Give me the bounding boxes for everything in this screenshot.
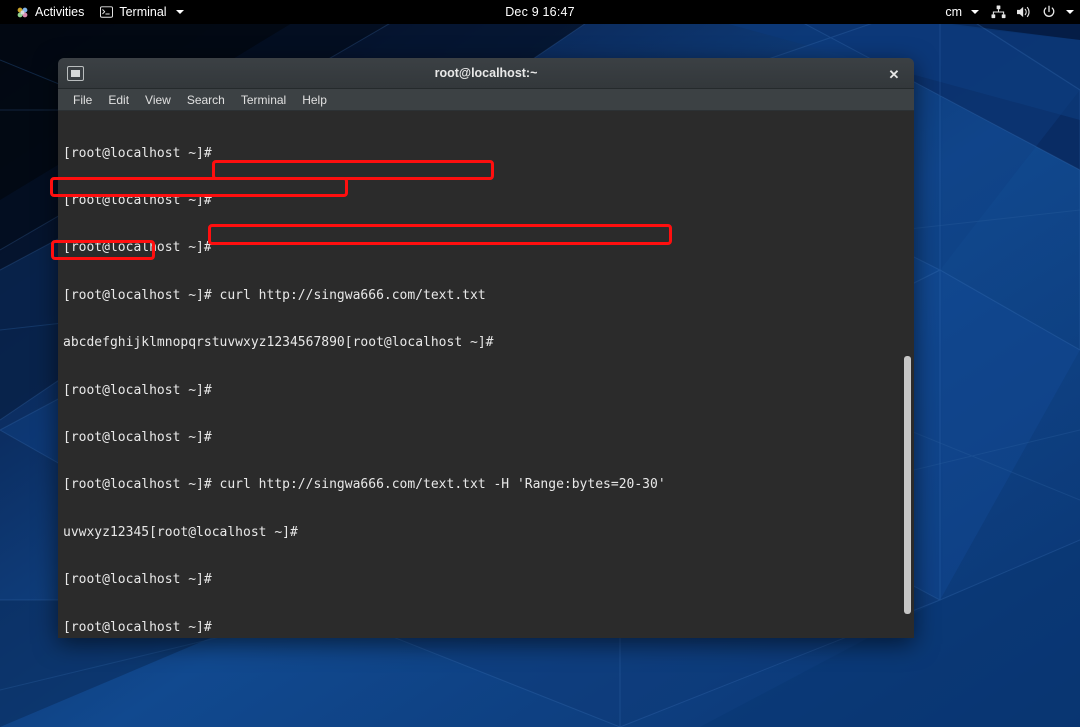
menu-search[interactable]: Search xyxy=(180,91,232,109)
terminal-line: [root@localhost ~]# xyxy=(63,572,212,588)
app-menu-button[interactable]: Terminal xyxy=(92,0,191,24)
chevron-down-icon xyxy=(971,10,979,14)
app-menu-label: Terminal xyxy=(119,5,167,19)
terminal-line: uvwxyz12345[root@localhost ~]# xyxy=(63,524,298,540)
terminal-line: [root@localhost ~]# xyxy=(63,240,212,256)
menu-terminal[interactable]: Terminal xyxy=(234,91,293,109)
terminal-scrollbar[interactable] xyxy=(901,111,914,638)
terminal-window[interactable]: root@localhost:~ ✕ File Edit View Search… xyxy=(58,58,914,638)
top-panel-left: Activities Terminal xyxy=(0,0,192,24)
top-panel: Activities Terminal Dec 9 16:47 cm xyxy=(0,0,1080,24)
terminal-line: [root@localhost ~]# curl http://singwa66… xyxy=(63,287,486,303)
system-menu-chevron-down-icon[interactable] xyxy=(1066,10,1074,14)
scrollbar-thumb[interactable] xyxy=(904,356,911,614)
menu-file[interactable]: File xyxy=(66,91,99,109)
window-menubar[interactable]: File Edit View Search Terminal Help xyxy=(58,89,914,111)
gnome-activities-icon xyxy=(16,6,29,19)
terminal-window-icon xyxy=(67,65,84,81)
terminal-line: [root@localhost ~]# xyxy=(63,145,212,161)
terminal-output: [root@localhost ~]# [root@localhost ~]# … xyxy=(63,114,900,638)
menu-help[interactable]: Help xyxy=(295,91,334,109)
clock-label: Dec 9 16:47 xyxy=(505,5,575,19)
window-titlebar[interactable]: root@localhost:~ ✕ xyxy=(58,58,914,89)
activities-label: Activities xyxy=(35,5,85,19)
terminal-line: [root@localhost ~]# xyxy=(63,619,212,635)
top-panel-right: cm xyxy=(943,0,1074,24)
volume-speaker-icon[interactable] xyxy=(1016,5,1032,19)
input-source-button[interactable]: cm xyxy=(943,0,981,24)
terminal-line: [root@localhost ~]# xyxy=(63,382,212,398)
terminal-line: [root@localhost ~]# xyxy=(63,429,212,445)
network-wired-icon[interactable] xyxy=(991,5,1006,19)
terminal-line: [root@localhost ~]# xyxy=(63,192,212,208)
activities-button[interactable]: Activities xyxy=(8,0,92,24)
window-title: root@localhost:~ xyxy=(434,66,538,80)
input-source-label: cm xyxy=(945,5,962,19)
menu-edit[interactable]: Edit xyxy=(101,91,136,109)
power-icon[interactable] xyxy=(1042,5,1056,19)
terminal-line: [root@localhost ~]# curl http://singwa66… xyxy=(63,477,666,493)
menu-view[interactable]: View xyxy=(138,91,178,109)
chevron-down-icon xyxy=(175,10,184,14)
terminal-icon xyxy=(100,6,114,18)
terminal-line: abcdefghijklmnopqrstuvwxyz1234567890[roo… xyxy=(63,335,494,351)
terminal-screen[interactable]: [root@localhost ~]# [root@localhost ~]# … xyxy=(58,111,914,638)
close-icon[interactable]: ✕ xyxy=(886,66,902,82)
